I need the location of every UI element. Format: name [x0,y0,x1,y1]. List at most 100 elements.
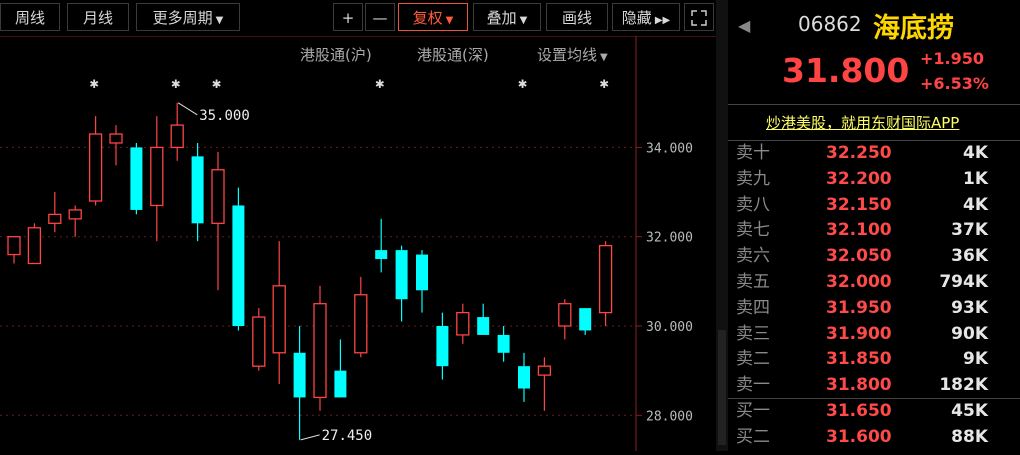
candlestick-plot[interactable]: 34.000 32.000 30.000 28.000 ✱ ✱ ✱ ✱ ✱ ✱ 35.000 27.4… [0,36,716,451]
orderbook-price: 32.000 [826,272,892,292]
quote-panel: ◀ 06862 海底捞 31.800 +1.950 +6.53% 炒港美股，就用… [728,0,1020,451]
more-periods-dropdown[interactable]: 更多周期 ▼ [136,3,240,31]
event-marker-icon: ✱ [90,74,99,92]
candle-body [477,317,490,335]
orderbook-price: 32.150 [826,194,892,215]
orderbook-row[interactable]: 卖四 31.950 93K [728,297,1020,320]
orderbook-row[interactable]: 卖八 32.150 4K [728,194,1020,217]
orderbook-volume: 794K [939,272,988,292]
hide-label: 隐藏 [621,9,652,27]
orderbook-row[interactable]: 卖六 32.050 36K [728,245,1020,268]
orderbook-level-label: 卖十 [736,143,770,163]
candle-body [191,156,204,224]
candle-body [518,366,530,389]
promo-link[interactable]: 炒港美股，就用东财国际APP [766,112,959,133]
orderbook-volume: 4K [962,194,988,215]
chart-toolbar: 周线 月线 更多周期 ▼ + — 复权 ▼ 叠加 ▼ 画线 隐藏 ▶▶ [0,0,716,36]
orderbook-price: 32.200 [826,168,892,189]
orderbook-price: 32.250 [826,143,892,163]
chevron-down-icon: ▼ [445,15,454,26]
event-marker-icon: ✱ [212,74,221,92]
orderbook-row[interactable]: 卖三 31.900 90K [728,323,1020,346]
candle-body [252,316,266,367]
price-change-pct: +6.53% [920,74,989,93]
candle-body [232,205,245,326]
orderbook-row[interactable]: 卖七 32.100 37K [728,219,1020,242]
candle-body [436,326,449,367]
orderbook-volume: 4K [962,143,988,163]
adjust-label: 复权 [412,9,443,27]
orderbook-row[interactable]: 买二 31.600 88K [728,426,1020,449]
orderbook-volume: 45K [951,401,988,421]
candle-body [130,147,143,210]
fullscreen-icon [691,10,707,26]
candle-body [497,334,510,353]
adjust-dropdown[interactable]: 复权 ▼ [398,3,468,31]
orderbook-row[interactable]: 卖十 32.250 4K [728,142,1020,165]
hide-button[interactable]: 隐藏 ▶▶ [612,3,680,31]
orderbook-level-label: 卖六 [736,246,770,267]
candle-body [7,236,21,256]
orderbook-level-label: 卖四 [736,297,770,318]
orderbook-row[interactable]: 买一 31.650 45K [728,400,1020,423]
zoom-in-button[interactable]: + [333,3,363,31]
event-marker-icon: ✱ [600,74,609,92]
candle-body [416,254,428,291]
monthly-button[interactable]: 月线 [67,3,129,31]
expand-icon[interactable] [684,3,714,31]
draw-line-button[interactable]: 画线 [546,3,608,31]
candle-body [211,169,225,224]
y-tick-label: 34.000 [646,141,693,156]
orderbook-row[interactable]: 卖九 32.200 1K [728,168,1020,191]
orderbook-volume: 88K [951,426,988,447]
bid-ask-divider [728,398,1020,399]
orderbook-price: 31.650 [826,401,892,421]
collapse-left-icon[interactable]: ◀ [738,16,750,35]
stock-name: 海底捞 [873,13,954,44]
collapse-arrow-icon [718,330,726,445]
orderbook-volume: 36K [951,246,988,267]
divider [728,104,1020,105]
candle-body [558,303,572,327]
double-arrow-right-icon: ▶▶ [654,15,671,26]
price-change: +1.950 [920,49,985,68]
orderbook-price: 31.950 [826,297,892,318]
candle-body [395,250,408,300]
kline-chart: 港股通(沪) 港股通(深) 设置均线 ▼ 34.000 32.000 30.000 28… [0,36,716,451]
candle-body [598,244,613,314]
orderbook-price: 32.100 [826,220,892,241]
low-price-label: 27.450 [322,428,373,444]
high-price-label: 35.000 [199,108,250,124]
candle-body [109,133,123,144]
orderbook-row[interactable]: 卖一 31.800 182K [728,374,1020,397]
candle-body [313,303,327,399]
event-marker-icon: ✱ [375,74,384,92]
orderbook-level-label: 卖二 [736,349,770,370]
orderbook-row[interactable]: 卖二 31.850 9K [728,348,1020,371]
zoom-out-button[interactable]: — [365,3,395,31]
overlay-dropdown[interactable]: 叠加 ▼ [473,3,541,31]
orderbook-level-label: 卖五 [736,272,770,292]
candle-body [170,124,184,149]
candle-body [48,213,62,224]
annotation-arrow [177,102,198,116]
orderbook-price: 31.900 [826,323,892,344]
event-marker-icon: ✱ [171,74,180,92]
orderbook-price: 32.050 [826,246,892,267]
annotation-arrow [300,434,320,441]
candle-body [354,294,368,354]
panel-divider[interactable] [716,0,728,451]
chevron-down-icon: ▼ [215,15,224,26]
weekly-button[interactable]: 周线 [0,3,60,31]
orderbook-volume: 90K [951,323,988,344]
candle-body [27,227,42,265]
orderbook-level-label: 买二 [736,426,770,447]
orderbook-level-label: 卖八 [736,194,770,215]
divider [728,140,1020,141]
orderbook-level-label: 卖一 [736,375,770,396]
y-tick-label: 30.000 [646,320,693,335]
orderbook-volume: 37K [951,220,988,241]
orderbook-row[interactable]: 卖五 32.000 794K [728,271,1020,294]
candle-body [537,365,552,376]
candle-body [88,133,103,202]
